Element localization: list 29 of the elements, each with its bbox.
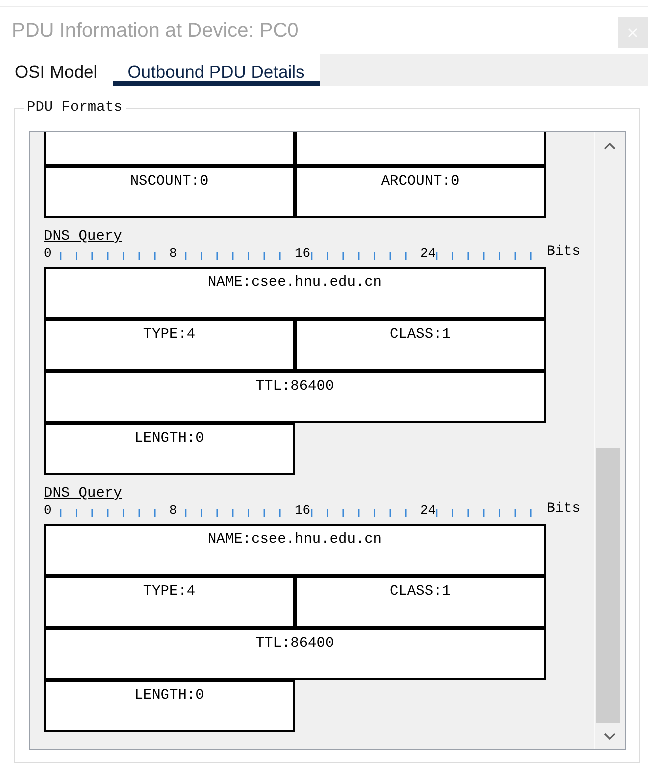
pdu-field: TTL:86400	[44, 371, 546, 423]
close-button[interactable]	[618, 17, 648, 48]
ruler-label: 0	[44, 503, 53, 518]
scrollbar-thumb[interactable]	[596, 448, 620, 723]
pdu-field: CLASS:1	[295, 319, 546, 371]
pdu-field: TYPE:4	[44, 319, 295, 371]
ruler-unit: Bits	[546, 245, 581, 260]
pdu-field: TYPE:4	[44, 576, 295, 628]
ruler-label: 8	[170, 246, 178, 261]
pdu-field: CLASS:1	[295, 576, 546, 628]
pdu-field: NSCOUNT:0	[44, 166, 295, 218]
ruler-label: 24	[420, 246, 436, 261]
pdu-field: LENGTH:0	[44, 680, 295, 732]
ruler-label: 8	[170, 503, 178, 518]
pdu-field: LENGTH:0	[44, 423, 295, 475]
ruler-label: 24	[420, 503, 436, 518]
ruler-label: 16	[295, 503, 311, 518]
pdu-field: TTL:86400	[44, 628, 546, 680]
ruler-label: 0	[44, 246, 53, 261]
ruler-unit: Bits	[546, 502, 581, 517]
window-title: PDU Information at Device: PC0	[12, 19, 299, 43]
section-title: DNS Query	[44, 486, 122, 503]
pdu-field: NAME:csee.hnu.edu.cn	[44, 267, 546, 319]
pdu-field: ARCOUNT:0	[295, 166, 546, 218]
pdu-field: NAME:csee.hnu.edu.cn	[44, 524, 546, 576]
chevron-up-icon[interactable]	[604, 142, 616, 150]
section-title: DNS Query	[44, 229, 122, 246]
ruler-label: 16	[295, 246, 311, 261]
chevron-down-icon[interactable]	[604, 732, 616, 740]
